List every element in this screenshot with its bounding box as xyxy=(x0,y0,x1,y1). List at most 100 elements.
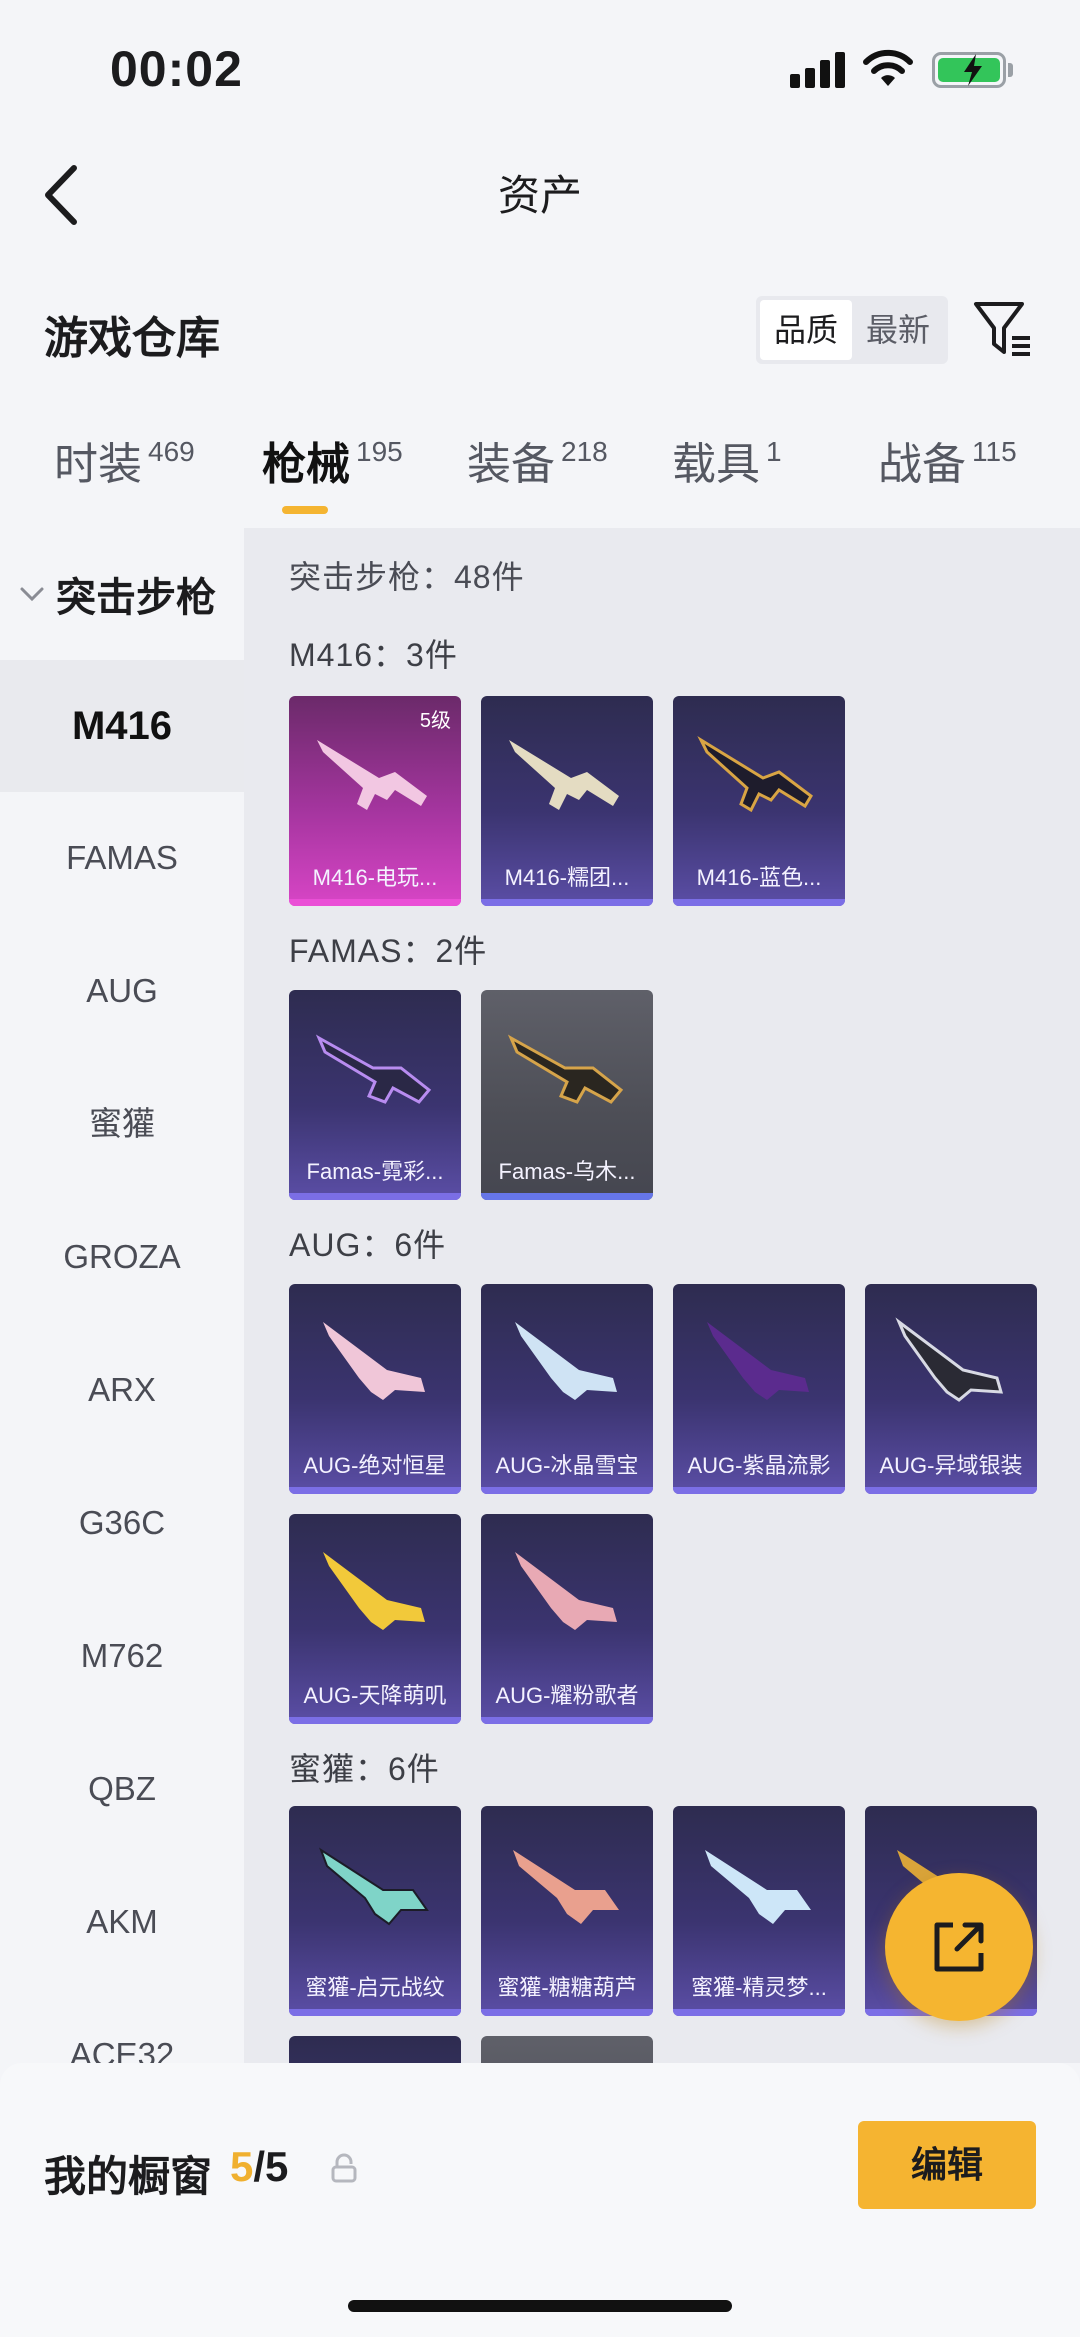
section-label-m416: M416：3件 xyxy=(289,637,458,673)
rifle-icon xyxy=(323,1552,425,1630)
skin-card[interactable]: AUG-紫晶流影 xyxy=(673,1284,845,1494)
tab-vehicles[interactable]: 载具 1 xyxy=(672,428,782,492)
skin-card[interactable]: M416-糯团... xyxy=(481,696,653,906)
skin-card[interactable]: AUG-绝对恒星 xyxy=(289,1284,461,1494)
cellular-signal-icon xyxy=(790,52,846,88)
rarity-bar xyxy=(673,899,845,906)
chevron-down-icon xyxy=(20,587,44,602)
lock-icon xyxy=(331,2153,357,2183)
skin-name: AUG-冰晶雪宝 xyxy=(495,1453,639,1478)
weapon-grid: 突击步枪：48件 M416：3件 5级 M416-电玩... M416-糯团..… xyxy=(244,528,1080,2063)
skin-card-partial[interactable] xyxy=(289,2036,461,2063)
tab-equipment[interactable]: 装备 218 xyxy=(467,428,608,492)
sidebar-item-m416[interactable]: M416 xyxy=(0,660,244,792)
skin-name: 蜜獾-启元战纹 xyxy=(305,1975,445,2000)
section-label-honey-badger: 蜜獾：6件 xyxy=(289,1751,440,1787)
skin-name: M416-糯团... xyxy=(504,865,630,890)
rarity-bar xyxy=(289,1487,461,1494)
tab-fashion[interactable]: 时装 469 xyxy=(54,428,195,492)
sidebar-item-groza[interactable]: GROZA xyxy=(0,1191,244,1323)
rarity-bar xyxy=(289,1193,461,1200)
rifle-icon xyxy=(317,740,427,810)
skin-name: Famas-乌木... xyxy=(498,1159,636,1184)
sort-option-latest[interactable]: 最新 xyxy=(852,300,944,360)
category-total: 突击步枪：48件 xyxy=(289,559,525,595)
skin-card[interactable]: 5级 M416-电玩... xyxy=(289,696,461,906)
skin-name: 蜜獾-精灵梦... xyxy=(691,1975,827,2000)
skin-card[interactable]: M416-蓝色... xyxy=(673,696,845,906)
rifle-icon xyxy=(315,1034,432,1104)
rifle-icon xyxy=(707,1322,809,1400)
active-tab-indicator xyxy=(282,506,328,514)
rifle-icon xyxy=(705,1850,811,1924)
sidebar-item-famas[interactable]: FAMAS xyxy=(0,792,244,924)
skin-card[interactable]: 蜜獾-启元战纹 xyxy=(289,1806,461,2016)
category-tabs: 时装 469 枪械 195 装备 218 载具 1 战备 115 xyxy=(0,428,1080,528)
home-indicator[interactable] xyxy=(348,2300,732,2312)
tab-firearms[interactable]: 枪械 195 xyxy=(262,428,403,492)
tab-battle-gear[interactable]: 战备 115 xyxy=(878,428,1017,492)
sidebar-item-ace32[interactable]: ACE32 xyxy=(0,1989,244,2063)
rarity-bar xyxy=(865,1487,1037,1494)
rarity-bar xyxy=(289,2009,461,2016)
share-button[interactable] xyxy=(885,1873,1033,2021)
filter-icon[interactable] xyxy=(972,298,1034,360)
section-label-famas: FAMAS：2件 xyxy=(289,933,488,969)
skin-name: M416-蓝色... xyxy=(696,865,822,890)
showcase-panel: 我的橱窗 5/5 编辑 xyxy=(0,2063,1080,2337)
rarity-bar xyxy=(481,2009,653,2016)
weapon-sidebar: 突击步枪 M416 FAMAS AUG 蜜獾 GROZA ARX G36C M7… xyxy=(0,528,244,2063)
page-title: 资产 xyxy=(497,172,582,219)
skin-card[interactable]: Famas-霓彩... xyxy=(289,990,461,1200)
sidebar-item-honey-badger[interactable]: 蜜獾 xyxy=(0,1058,244,1190)
skin-card[interactable]: Famas-乌木... xyxy=(481,990,653,1200)
rarity-bar xyxy=(481,1487,653,1494)
skin-card-partial[interactable] xyxy=(481,2036,653,2063)
warehouse-title: 游戏仓库 xyxy=(44,314,220,363)
section-label-aug: AUG：6件 xyxy=(289,1227,447,1263)
skin-card[interactable]: AUG-天降萌叽 xyxy=(289,1514,461,1724)
wifi-icon xyxy=(863,49,913,86)
rarity-bar xyxy=(481,899,653,906)
share-icon xyxy=(934,1922,984,1972)
sidebar-item-qbz[interactable]: QBZ xyxy=(0,1723,244,1855)
rifle-icon xyxy=(509,740,619,810)
battery-tip xyxy=(1008,63,1013,77)
skin-name: AUG-紫晶流影 xyxy=(687,1453,831,1478)
skin-name: AUG-绝对恒星 xyxy=(303,1453,447,1478)
sidebar-item-akm[interactable]: AKM xyxy=(0,1856,244,1988)
showcase-count: 5/5 xyxy=(230,2143,289,2190)
rifle-icon xyxy=(513,1850,619,1924)
skin-card[interactable]: AUG-冰晶雪宝 xyxy=(481,1284,653,1494)
skin-name: AUG-天降萌叽 xyxy=(303,1683,447,1708)
sidebar-group-label: 突击步枪 xyxy=(56,576,216,620)
rifle-icon xyxy=(697,735,813,813)
rarity-bar xyxy=(481,1717,653,1724)
rifle-icon xyxy=(515,1322,617,1400)
skin-name: 蜜獾-糖糖葫芦 xyxy=(497,1975,637,2000)
showcase-label: 我的橱窗 xyxy=(44,2153,213,2200)
skin-card[interactable]: 蜜獾-精灵梦... xyxy=(673,1806,845,2016)
rifle-icon xyxy=(515,1552,617,1630)
rarity-bar xyxy=(673,1487,845,1494)
skin-card[interactable]: AUG-异域银装 xyxy=(865,1284,1037,1494)
skin-name: AUG-异域银装 xyxy=(879,1453,1023,1478)
sort-toggle[interactable]: 品质 最新 xyxy=(756,296,949,364)
sidebar-item-g36c[interactable]: G36C xyxy=(0,1457,244,1589)
rifle-icon xyxy=(895,1317,1004,1402)
skin-card[interactable]: AUG-耀粉歌者 xyxy=(481,1514,653,1724)
rarity-bar xyxy=(289,1717,461,1724)
edit-button[interactable]: 编辑 xyxy=(858,2121,1036,2209)
sidebar-group-assault-rifles[interactable]: 突击步枪 xyxy=(0,558,244,630)
skin-card[interactable]: 蜜獾-糖糖葫芦 xyxy=(481,1806,653,2016)
skin-name: AUG-耀粉歌者 xyxy=(495,1683,639,1708)
status-bar: 00:02 xyxy=(0,0,1080,140)
rarity-bar xyxy=(481,1193,653,1200)
sidebar-item-arx[interactable]: ARX xyxy=(0,1324,244,1456)
sidebar-item-m762[interactable]: M762 xyxy=(0,1590,244,1722)
sidebar-item-aug[interactable]: AUG xyxy=(0,925,244,1057)
rifle-icon xyxy=(507,1034,624,1104)
rifle-icon xyxy=(323,1322,425,1400)
sort-option-quality[interactable]: 品质 xyxy=(760,300,853,360)
rifle-icon xyxy=(319,1847,429,1926)
